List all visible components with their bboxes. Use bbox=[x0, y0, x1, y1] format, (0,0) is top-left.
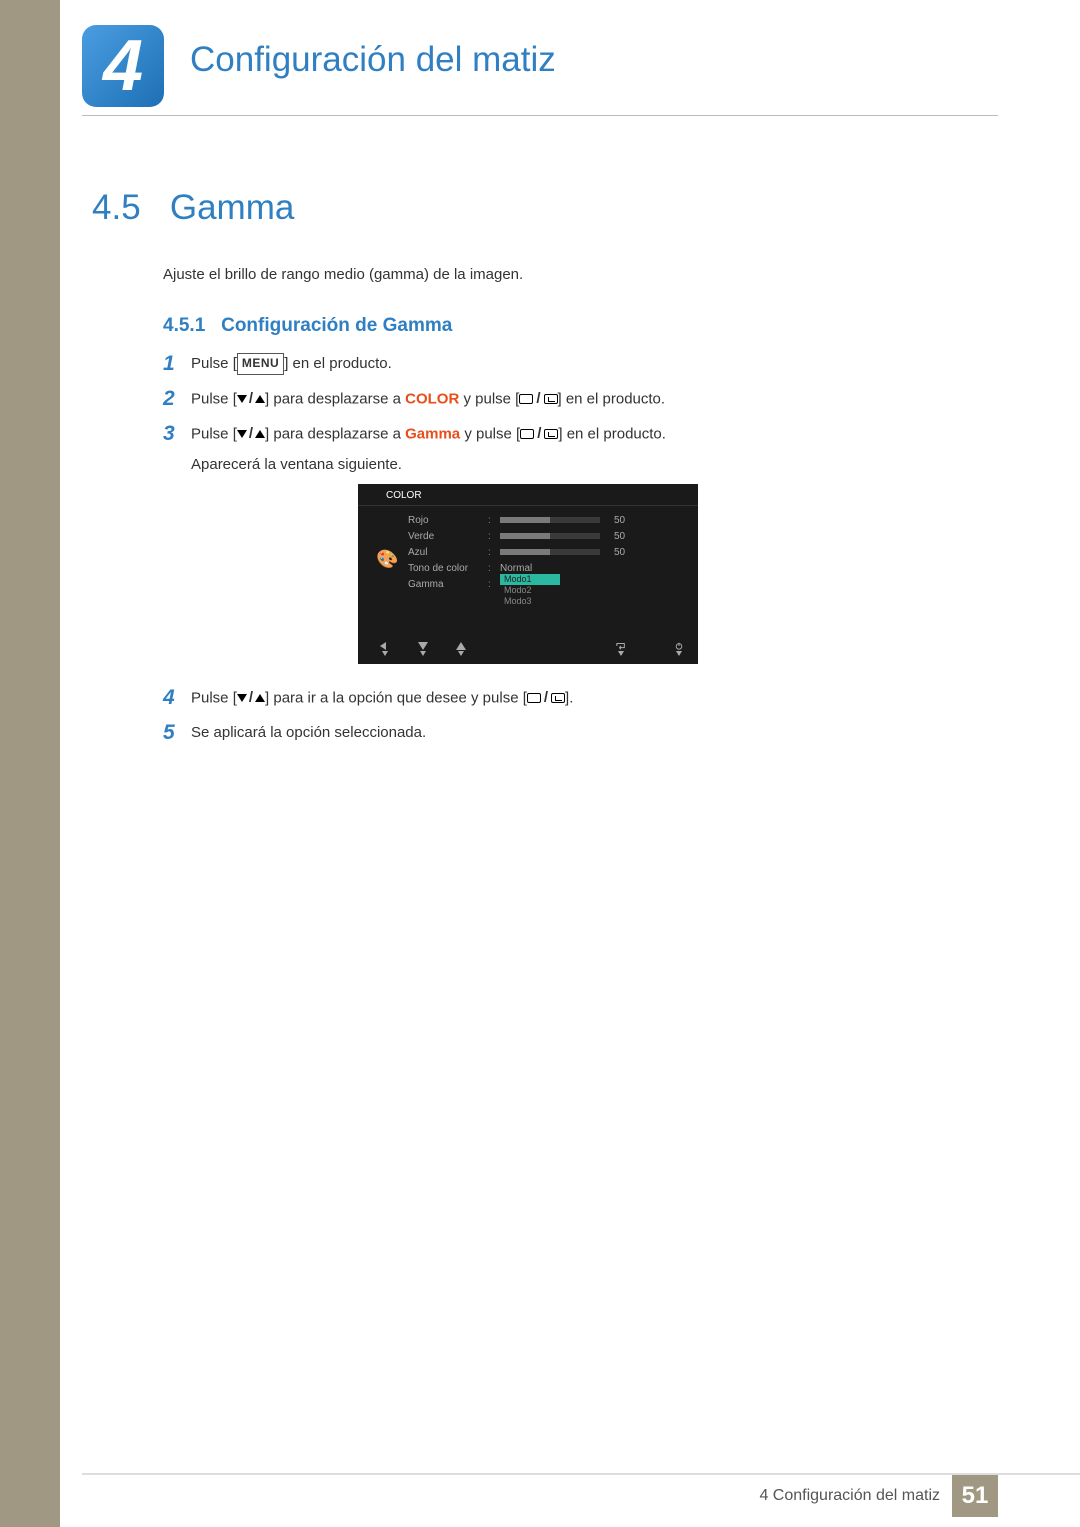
osd-option-modo3: Modo3 bbox=[500, 596, 560, 607]
step-body: Se aplicará la opción seleccionada. bbox=[191, 721, 990, 746]
down-up-arrow-icon: / bbox=[237, 686, 265, 711]
osd-text-value: Normal bbox=[500, 563, 532, 574]
osd-title: COLOR bbox=[358, 484, 698, 506]
osd-gamma-options: Modo1 Modo2 Modo3 bbox=[500, 574, 560, 607]
osd-nav-footer bbox=[358, 638, 698, 660]
osd-label: Rojo bbox=[408, 515, 488, 526]
osd-value: 50 bbox=[614, 547, 625, 558]
text: Pulse [ bbox=[191, 390, 237, 407]
accent-gamma: Gamma bbox=[405, 425, 460, 442]
text: ] en el producto. bbox=[558, 390, 666, 407]
step-number: 4 bbox=[163, 686, 191, 709]
osd-slider bbox=[500, 549, 600, 555]
colon: : bbox=[488, 547, 500, 558]
osd-label: Tono de color bbox=[408, 563, 488, 574]
step-5: 5 Se aplicará la opción seleccionada. bbox=[163, 721, 990, 746]
colon: : bbox=[488, 531, 500, 542]
text: ] en el producto. bbox=[558, 425, 666, 442]
step-body: Pulse [/] para desplazarse a Gamma y pul… bbox=[191, 422, 990, 478]
colon: : bbox=[488, 515, 500, 526]
text: ] para desplazarse a bbox=[265, 425, 405, 442]
chapter-title: Configuración del matiz bbox=[190, 40, 556, 80]
page-footer: 4 Configuración del matiz 51 bbox=[82, 1475, 1080, 1517]
section-heading: 4.5 Gamma bbox=[92, 188, 294, 228]
text: Pulse [ bbox=[191, 689, 237, 706]
osd-slider bbox=[500, 517, 600, 523]
text: Pulse [ bbox=[191, 355, 237, 372]
down-up-arrow-icon: / bbox=[237, 422, 265, 447]
osd-label-gamma: Gamma bbox=[408, 579, 488, 590]
step-body: Pulse [/] para desplazarse a COLOR y pul… bbox=[191, 387, 990, 412]
accent-color: COLOR bbox=[405, 390, 459, 407]
step-number: 1 bbox=[163, 352, 191, 375]
chapter-number-badge: 4 bbox=[82, 25, 164, 107]
osd-value: 50 bbox=[614, 515, 625, 526]
text: ] para ir a la opción que desee y pulse … bbox=[265, 689, 527, 706]
osd-label: Verde bbox=[408, 531, 488, 542]
text: ]. bbox=[565, 689, 573, 706]
text: ] para desplazarse a bbox=[265, 390, 405, 407]
text: Pulse [ bbox=[191, 425, 237, 442]
colon: : bbox=[488, 579, 500, 590]
osd-row-rojo: Rojo : 50 bbox=[358, 512, 698, 528]
source-enter-icon: / bbox=[519, 387, 557, 412]
step-2: 2 Pulse [/] para desplazarse a COLOR y p… bbox=[163, 387, 990, 412]
text: ] en el producto. bbox=[284, 355, 392, 372]
subsection-title: Configuración de Gamma bbox=[221, 315, 452, 336]
step-number: 5 bbox=[163, 721, 191, 744]
osd-label: Azul bbox=[408, 547, 488, 558]
step-4: 4 Pulse [/] para ir a la opción que dese… bbox=[163, 686, 990, 711]
left-sidebar-stripe bbox=[0, 0, 60, 1527]
step-body: Pulse [MENU] en el producto. bbox=[191, 352, 990, 377]
text: y pulse [ bbox=[459, 390, 519, 407]
step-3: 3 Pulse [/] para desplazarse a Gamma y p… bbox=[163, 422, 990, 478]
step-body: Pulse [/] para ir a la opción que desee … bbox=[191, 686, 990, 711]
text: y pulse [ bbox=[460, 425, 520, 442]
osd-option-modo1: Modo1 bbox=[500, 574, 560, 585]
palette-icon: 🎨 bbox=[376, 549, 398, 570]
osd-nav-down-icon bbox=[418, 642, 428, 656]
step-number: 2 bbox=[163, 387, 191, 410]
osd-slider bbox=[500, 533, 600, 539]
colon: : bbox=[488, 563, 500, 574]
footer-page-number: 51 bbox=[952, 1475, 998, 1517]
section-title: Gamma bbox=[170, 188, 294, 227]
section-number: 4.5 bbox=[92, 188, 141, 227]
down-up-arrow-icon: / bbox=[237, 387, 265, 412]
subsection-heading: 4.5.1 Configuración de Gamma bbox=[163, 315, 452, 337]
section-intro-text: Ajuste el brillo de rango medio (gamma) … bbox=[163, 264, 523, 287]
source-enter-icon: / bbox=[520, 422, 558, 447]
footer-chapter-ref: 4 Configuración del matiz bbox=[759, 1487, 940, 1505]
osd-panel: COLOR Rojo : 50 Verde : 50 Azul : 50 Ton… bbox=[358, 484, 698, 664]
source-enter-icon: / bbox=[527, 686, 565, 711]
header-divider bbox=[82, 115, 998, 116]
osd-option-modo2: Modo2 bbox=[500, 585, 560, 596]
osd-nav-enter-icon bbox=[616, 642, 626, 656]
osd-value: 50 bbox=[614, 531, 625, 542]
osd-nav-up-icon bbox=[456, 642, 466, 656]
osd-row-azul: Azul : 50 bbox=[358, 544, 698, 560]
menu-button-label: MENU bbox=[237, 353, 284, 375]
subsection-number: 4.5.1 bbox=[163, 315, 205, 336]
osd-nav-back-icon bbox=[380, 642, 390, 656]
osd-nav-power-icon bbox=[674, 642, 684, 656]
step-1: 1 Pulse [MENU] en el producto. bbox=[163, 352, 990, 377]
step-number: 3 bbox=[163, 422, 191, 445]
step-3-line2: Aparecerá la ventana siguiente. bbox=[191, 453, 990, 478]
osd-row-verde: Verde : 50 bbox=[358, 528, 698, 544]
